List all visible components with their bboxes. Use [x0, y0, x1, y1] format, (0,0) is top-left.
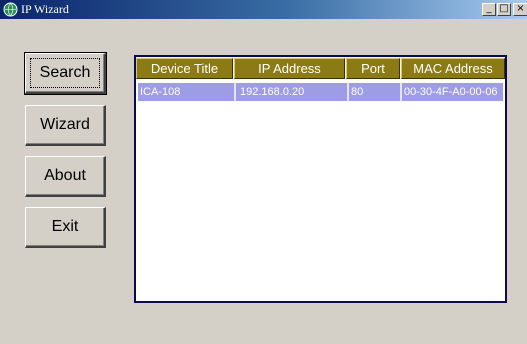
wizard-button[interactable]: Wizard — [25, 105, 106, 146]
title-bar[interactable]: IP Wizard _ □ × — [0, 0, 527, 19]
close-button[interactable]: × — [513, 3, 527, 16]
exit-button[interactable]: Exit — [25, 207, 106, 248]
device-list[interactable]: Device Title IP Address Port MAC Address… — [134, 55, 507, 303]
column-header-mac-address[interactable]: MAC Address — [401, 58, 505, 79]
search-button[interactable]: Search — [24, 52, 107, 95]
focus-rectangle — [30, 58, 100, 88]
device-title-value: ICA-108 — [140, 86, 181, 98]
cell-mac-address: 00-30-4F-A0-00-06 — [402, 83, 503, 101]
about-button-label: About — [44, 167, 86, 184]
mac-address-value: 00-30-4F-A0-00-06 — [404, 86, 498, 98]
window-title: IP Wizard — [21, 2, 69, 16]
column-header-device-title[interactable]: Device Title — [136, 58, 233, 79]
exit-button-label: Exit — [51, 218, 79, 235]
column-header-port[interactable]: Port — [346, 58, 400, 79]
ip-address-value: 192.168.0.20 — [240, 86, 305, 98]
about-button[interactable]: About — [25, 156, 106, 197]
minimize-button[interactable]: _ — [482, 3, 496, 16]
wizard-button-label: Wizard — [40, 116, 90, 133]
port-value: 80 — [351, 86, 364, 98]
app-globe-icon — [3, 2, 18, 17]
cell-port: 80 — [349, 83, 400, 101]
cell-device-title: ICA-108 — [138, 83, 234, 101]
maximize-button[interactable]: □ — [497, 3, 511, 16]
list-header: Device Title IP Address Port MAC Address — [136, 57, 505, 79]
column-header-ip-address[interactable]: IP Address — [234, 58, 345, 79]
cell-ip-address: 192.168.0.20 — [236, 83, 347, 101]
table-row[interactable]: ICA-108 192.168.0.20 80 00-30-4F-A0-00-0… — [138, 83, 503, 102]
